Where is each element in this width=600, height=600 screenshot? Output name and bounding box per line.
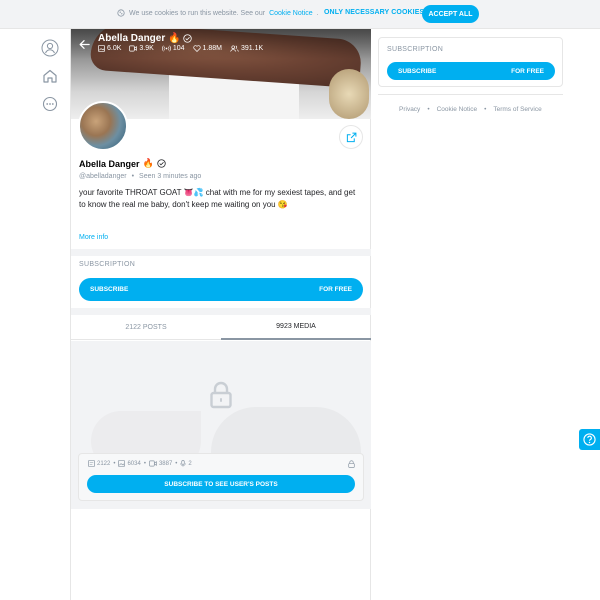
cover-name-text: Abella Danger [98, 33, 166, 44]
locked-photos-value: 6034 [127, 460, 141, 467]
subscribe-to-see-posts-button[interactable]: SUBSCRIBE TO SEE USER'S POSTS [87, 475, 355, 493]
profile-name-emoji: 🔥 [142, 158, 154, 168]
subscribe-button-price: FOR FREE [319, 286, 352, 293]
question-icon [583, 433, 596, 446]
content-tabs: 2122 POSTS 9923 MEDIA [71, 315, 371, 340]
heart-icon [192, 45, 201, 52]
help-button[interactable] [579, 429, 600, 450]
right-subscribe-label: SUBSCRIBE [398, 67, 437, 75]
locked-posts-count: 2122 [88, 460, 110, 467]
verified-badge-icon [157, 159, 166, 168]
dot-separator: • [427, 106, 430, 113]
right-column: SUBSCRIPTION SUBSCRIBE FOR FREE Privacy … [371, 29, 600, 600]
right-subscription-title: SUBSCRIPTION [387, 46, 444, 53]
profile-main-column: Abella Danger 🔥 6.0K 3.9K 104 1.88M 391.… [70, 29, 371, 600]
profile-handle: @abelladanger [79, 173, 127, 180]
user-icon[interactable] [41, 39, 59, 57]
share-icon [346, 132, 357, 143]
more-icon[interactable] [41, 95, 59, 113]
locked-content-area: 2122 • 6034 • 3887 • 2 SUBSCRIBE TO SEE … [71, 341, 371, 509]
locked-videos-count: 3887 [149, 460, 172, 467]
cover-hair-shape [329, 69, 369, 119]
stat-photos: 6.0K [98, 45, 121, 52]
cover-profile-name: Abella Danger 🔥 [98, 33, 192, 44]
back-arrow-icon[interactable] [79, 39, 90, 50]
profile-subline: @abelladanger • Seen 3 minutes ago [79, 173, 201, 180]
locked-posts-value: 2122 [97, 460, 111, 467]
stat-streams: 104 [161, 45, 185, 52]
last-seen: Seen 3 minutes ago [139, 173, 202, 180]
subscription-title: SUBSCRIPTION [79, 261, 136, 268]
small-lock-icon [348, 460, 355, 468]
video-icon [149, 460, 157, 467]
section-divider [71, 308, 371, 315]
stat-fans-value: 391.1K [240, 45, 264, 52]
right-subscribe-price: FOR FREE [511, 67, 544, 75]
home-icon[interactable] [41, 67, 59, 85]
stat-likes: 1.88M [192, 45, 222, 52]
locked-audio-value: 2 [188, 460, 192, 467]
locked-posts-card: 2122 • 6034 • 3887 • 2 SUBSCRIBE TO SEE … [78, 453, 364, 501]
cover-stats: 6.0K 3.9K 104 1.88M 391.1K [98, 45, 263, 52]
dot-separator: • [175, 460, 178, 467]
locked-audio-count: 2 [180, 460, 192, 467]
cover-name-emoji: 🔥 [168, 33, 181, 44]
cookie-icon [117, 9, 125, 17]
lock-icon [209, 381, 233, 409]
cookie-message: We use cookies to run this website. See … [117, 9, 319, 17]
stat-videos: 3.9K [129, 45, 154, 52]
share-button[interactable] [339, 125, 363, 149]
more-info-link[interactable]: More info [79, 234, 108, 241]
footer-link-terms[interactable]: Terms of Service [493, 106, 541, 113]
avatar[interactable] [78, 101, 128, 151]
tab-posts[interactable]: 2122 POSTS [71, 315, 221, 340]
microphone-icon [180, 460, 187, 467]
dot-separator: • [484, 106, 487, 113]
stat-likes-value: 1.88M [202, 45, 222, 52]
subscription-card: SUBSCRIPTION SUBSCRIBE FOR FREE [378, 37, 563, 87]
footer-link-cookie-notice[interactable]: Cookie Notice [437, 106, 477, 113]
stat-photos-value: 6.0K [107, 45, 122, 52]
subscribe-button[interactable]: SUBSCRIBE FOR FREE [79, 278, 363, 301]
verified-icon [183, 34, 192, 43]
profile-name-text: Abella Danger [79, 158, 140, 169]
stat-videos-value: 3.9K [139, 45, 154, 52]
cookie-notice-link[interactable]: Cookie Notice [269, 10, 313, 17]
stat-streams-value: 104 [172, 45, 185, 52]
locked-photos-count: 6034 [118, 460, 141, 467]
dot-separator: • [143, 460, 146, 467]
video-icon [129, 45, 138, 52]
footer-link-privacy[interactable]: Privacy [399, 106, 420, 113]
stream-icon [161, 45, 171, 52]
locked-counts: 2122 • 6034 • 3887 • 2 [88, 460, 192, 467]
photo-icon [118, 460, 126, 467]
right-divider [378, 94, 563, 95]
footer-links: Privacy • Cookie Notice • Terms of Servi… [399, 106, 542, 113]
tab-media[interactable]: 9923 MEDIA [221, 315, 371, 340]
section-divider [71, 249, 371, 256]
profile-name: Abella Danger 🔥 [79, 158, 166, 169]
dot-separator: • [113, 460, 116, 467]
left-sidebar [0, 29, 70, 600]
cookie-message-text: We use cookies to run this website. See … [129, 9, 266, 17]
stat-fans: 391.1K [230, 45, 263, 52]
only-necessary-cookies-button[interactable]: ONLY NECESSARY COOKIES [324, 9, 424, 16]
cover-header: Abella Danger 🔥 6.0K 3.9K 104 1.88M 391.… [79, 31, 364, 59]
subscribe-button-label: SUBSCRIBE [90, 286, 129, 293]
profile-bio: your favorite THROAT GOAT 👅💦 chat with m… [79, 188, 356, 209]
dot-separator: • [131, 173, 135, 180]
cookie-message-suffix: . [316, 9, 319, 17]
locked-videos-value: 3887 [158, 460, 173, 467]
posts-icon [88, 460, 95, 467]
photo-icon [98, 45, 105, 52]
right-subscribe-button[interactable]: SUBSCRIBE FOR FREE [387, 62, 555, 80]
fans-icon [230, 45, 239, 52]
accept-all-cookies-button[interactable]: ACCEPT ALL [422, 5, 479, 23]
cookie-banner: We use cookies to run this website. See … [0, 0, 600, 29]
